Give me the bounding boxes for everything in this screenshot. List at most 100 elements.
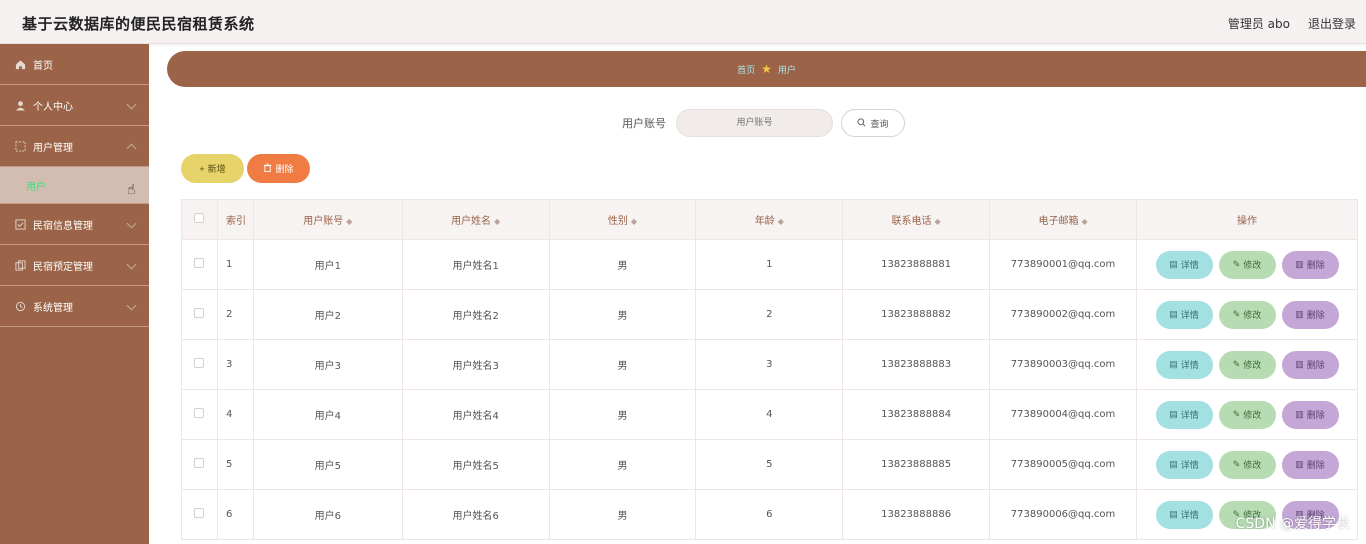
row-checkbox[interactable] [194,408,205,418]
cell-account: 用户4 [252,389,403,440]
column-header-sex[interactable]: 性别 ◆ [548,199,697,240]
sort-icon[interactable]: ◆ [935,217,941,226]
sidebar-item-profile[interactable]: 个人中心 [0,85,149,126]
search-button[interactable]: 查询 [841,109,905,137]
add-button[interactable]: + 新增 [181,154,244,183]
column-header-phone[interactable]: 联系电话 ◆ [842,199,991,240]
sidebar-item-user-management[interactable]: 用户管理 [0,126,149,167]
sidebar-item-homestay-booking[interactable]: 民宿预定管理 [0,245,149,286]
logout-link[interactable]: 退出登录 [1308,15,1356,32]
row-checkbox[interactable] [194,508,205,518]
table-row: 3 用户3 用户姓名3 男 3 13823888883 773890003@qq.com ▤ 详… [181,339,1358,390]
cell-sex: 男 [548,289,697,340]
row-checkbox[interactable] [194,308,205,318]
sidebar-item-system[interactable]: 系统管理 [0,286,149,327]
action-toolbar: + 新增 删除 [181,154,310,183]
cell-phone: 13823888885 [842,439,991,490]
cell-age: 2 [695,289,844,340]
cell-age: 6 [695,489,844,540]
row-checkbox-cell[interactable] [181,439,218,490]
breadcrumb-home-link[interactable]: 首页 [737,63,755,76]
search-label: 用户账号 [622,117,666,130]
cell-sex: 男 [548,389,697,440]
delete-button[interactable]: ▥ 删除 [1281,400,1339,429]
search-row: 用户账号 查询 [622,109,905,137]
row-checkbox-cell[interactable] [181,389,218,440]
table-row: 4 用户4 用户姓名4 男 4 13823888884 773890004@qq.com ▤ 详… [181,389,1358,440]
app-title: 基于云数据库的便民民宿租赁系统 [22,15,255,33]
edit-button[interactable]: ✎ 修改 [1218,250,1276,279]
row-actions: ▤ 详情 ✎ 修改 ▥ 删除 [1137,350,1357,379]
cell-name: 用户姓名3 [401,339,550,390]
edit-button[interactable]: ✎ 修改 [1218,350,1276,379]
cell-account: 用户6 [252,489,403,540]
detail-button[interactable]: ▤ 详情 [1155,300,1213,329]
detail-button[interactable]: ▤ 详情 [1155,350,1213,379]
sidebar-subitem-users[interactable]: 用户 ☝ [0,167,149,204]
edit-button[interactable]: ✎ 修改 [1218,300,1276,329]
column-header-age[interactable]: 年龄 ◆ [695,199,844,240]
delete-button[interactable]: ▥ 删除 [1281,450,1339,479]
detail-button-label: 详情 [1180,510,1199,520]
edit-button-label: 修改 [1243,310,1262,320]
column-header-label: 年龄 [754,216,775,227]
table-row: 2 用户2 用户姓名2 男 2 13823888882 773890002@qq.com ▤ 详… [181,289,1358,340]
sidebar-item-homestay-info[interactable]: 民宿信息管理 [0,204,149,245]
cell-operations: ▤ 详情 ✎ 修改 ▥ 删除 [1136,339,1358,390]
delete-button[interactable]: ▥ 删除 [1281,250,1339,279]
home-icon [14,58,26,70]
batch-delete-button[interactable]: 删除 [247,154,310,183]
column-header-name[interactable]: 用户姓名 ◆ [401,199,550,240]
cell-operations: ▤ 详情 ✎ 修改 ▥ 删除 [1136,289,1358,340]
sort-icon[interactable]: ◆ [631,217,637,226]
hand-cursor-icon: ☝ [127,182,136,198]
edit-button[interactable]: ✎ 修改 [1218,450,1276,479]
sort-icon[interactable]: ◆ [346,217,352,226]
row-checkbox[interactable] [194,458,205,468]
users-icon [14,140,26,152]
edit-button[interactable]: ✎ 修改 [1218,400,1276,429]
delete-button[interactable]: ▥ 删除 [1281,350,1339,379]
sort-icon[interactable]: ◆ [778,217,784,226]
detail-button-label: 详情 [1180,460,1199,470]
row-checkbox-cell[interactable] [181,489,218,540]
detail-button[interactable]: ▤ 详情 [1155,500,1213,529]
detail-button-label: 详情 [1180,360,1199,370]
row-checkbox[interactable] [194,358,205,368]
cell-email: 773890001@qq.com [989,239,1137,290]
sidebar: 首页 个人中心 用户管理 用户 ☝ 民宿信息管理 民宿预定管理 系统管理 [0,44,149,544]
row-checkbox-cell[interactable] [181,239,218,290]
trash-icon [263,163,272,174]
checkbox[interactable] [194,213,205,223]
row-checkbox-cell[interactable] [181,289,218,340]
detail-button[interactable]: ▤ 详情 [1155,250,1213,279]
chevron-up-icon [126,143,137,154]
table-row: 1 用户1 用户姓名1 男 1 13823888881 773890001@qq.com ▤ 详… [181,239,1358,290]
admin-user-label[interactable]: 管理员 abo [1228,15,1290,32]
sidebar-item-label: 用户管理 [33,142,73,154]
star-icon: ★ [761,62,772,76]
cell-phone: 13823888882 [842,289,991,340]
sidebar-item-label: 系统管理 [33,302,73,314]
delete-button[interactable]: ▥ 删除 [1281,300,1339,329]
column-header-email[interactable]: 电子邮箱 ◆ [989,199,1137,240]
sidebar-item-home[interactable]: 首页 [0,44,149,85]
search-input[interactable] [676,109,833,137]
sort-icon[interactable]: ◆ [1081,217,1087,226]
cell-index: 5 [216,439,254,490]
sort-icon[interactable]: ◆ [494,217,500,226]
select-all-checkbox[interactable] [181,199,218,240]
column-header-account[interactable]: 用户账号 ◆ [252,199,403,240]
detail-button-label: 详情 [1180,310,1199,320]
chevron-down-icon [126,218,137,229]
row-actions: ▤ 详情 ✎ 修改 ▥ 删除 [1137,250,1357,279]
detail-button[interactable]: ▤ 详情 [1155,450,1213,479]
detail-button[interactable]: ▤ 详情 [1155,400,1213,429]
sidebar-item-label: 民宿预定管理 [33,261,93,273]
cell-index: 3 [216,339,254,390]
row-checkbox[interactable] [194,258,205,268]
plus-icon: + [199,163,205,174]
cell-age: 3 [695,339,844,390]
row-checkbox-cell[interactable] [181,339,218,390]
cell-phone: 13823888886 [842,489,991,540]
